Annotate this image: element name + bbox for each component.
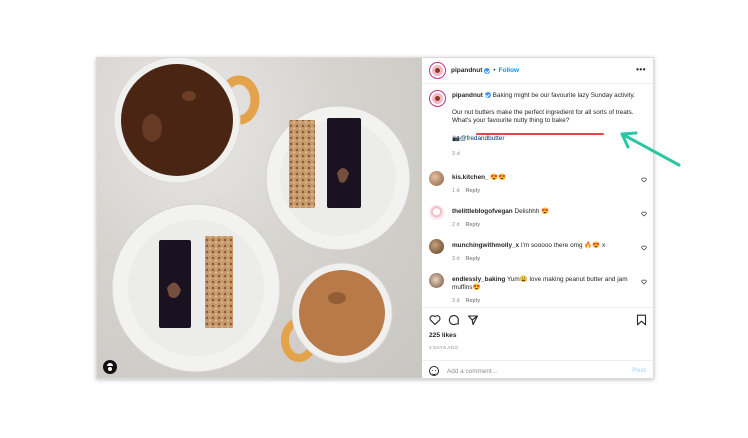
comment-time: 3 d (452, 298, 460, 304)
commenter-username[interactable]: thelittleblogofvegan (452, 208, 513, 215)
annotation-underline (476, 133, 604, 135)
share-send-icon[interactable] (467, 314, 479, 326)
reply-button[interactable]: Reply (466, 256, 481, 262)
comment-text: endlessly_baking Yum😩 love making peanut… (452, 276, 632, 292)
commenter-username[interactable]: munchingwithmolly_x (452, 242, 519, 249)
caption-avatar[interactable] (429, 90, 446, 107)
photo-illustration (111, 58, 411, 373)
comment-meta: 3 d Reply (452, 298, 486, 304)
verified-badge-icon (484, 67, 491, 74)
author-avatar[interactable] (429, 62, 446, 79)
annotation-arrow-icon (620, 131, 681, 167)
post-header: pipandnut • Follow ••• (422, 58, 653, 84)
commenter-avatar[interactable] (429, 239, 444, 254)
comment-time: 2 d (452, 222, 460, 228)
more-options-icon[interactable]: ••• (636, 65, 646, 74)
comment-body: 😍😍 (490, 174, 507, 181)
header-separator: • (493, 67, 496, 74)
comment-time: 1 d (452, 188, 460, 194)
caption-text-1: Baking might be our favourite lazy Sunda… (492, 92, 635, 99)
bar-nut-2-texture (205, 236, 233, 328)
commenter-avatar[interactable] (429, 205, 444, 220)
comment-text: munchingwithmolly_x I'm sooooo there omg… (452, 242, 632, 250)
plate-left-inner (128, 220, 264, 356)
commenter-username[interactable]: endlessly_baking (452, 276, 505, 283)
comments-feed[interactable]: pipandnut Baking might be our favourite … (422, 85, 653, 307)
coffee-foam (328, 292, 346, 304)
comment-bubble-icon[interactable] (448, 314, 460, 326)
comment-text: kis.kitchen_ 😍😍 (452, 174, 632, 182)
caption-line-1: pipandnut Baking might be our favourite … (452, 92, 648, 101)
comment-item: endlessly_baking Yum😩 love making peanut… (429, 273, 651, 304)
like-comment-heart-icon[interactable] (641, 279, 647, 285)
author-username[interactable]: pipandnut (451, 67, 482, 74)
likes-count[interactable]: 225 likes (429, 332, 457, 339)
commenter-avatar[interactable] (429, 171, 444, 186)
post-photo[interactable] (97, 58, 422, 378)
caption-verified-icon (484, 92, 491, 99)
like-comment-heart-icon[interactable] (641, 177, 647, 183)
mug-tea (121, 64, 233, 176)
tagged-users-icon[interactable] (103, 360, 117, 374)
comment-input[interactable] (447, 366, 617, 377)
comment-body: Delishhh 😍 (514, 208, 550, 215)
post-details-panel: pipandnut • Follow ••• pipandnut Baking … (422, 58, 653, 378)
comment-meta: 3 d Reply (452, 256, 486, 262)
post-comment-button[interactable]: Post (632, 367, 646, 374)
comment-composer: Post (422, 360, 653, 378)
tea-foam (142, 114, 162, 142)
reply-button[interactable]: Reply (466, 188, 481, 194)
comment-meta: 2 d Reply (452, 222, 486, 228)
tea-reflection (182, 91, 196, 101)
like-comment-heart-icon[interactable] (641, 245, 647, 251)
like-heart-icon[interactable] (429, 314, 441, 326)
instagram-post-card: pipandnut • Follow ••• pipandnut Baking … (96, 57, 654, 379)
emoji-icon[interactable] (429, 366, 439, 376)
caption-username[interactable]: pipandnut (452, 92, 483, 99)
post-actions: 225 likes 3 DAYS AGO Post (422, 307, 653, 378)
comment-time: 3 d (452, 256, 460, 262)
comment-item: munchingwithmolly_x I'm sooooo there omg… (429, 239, 651, 269)
comment-item: thelittleblogofvegan Delishhh 😍 2 d Reply (429, 205, 651, 235)
follow-button[interactable]: Follow (499, 67, 520, 74)
commenter-avatar[interactable] (429, 273, 444, 288)
comment-meta: 1 d Reply (452, 188, 486, 194)
like-comment-heart-icon[interactable] (641, 211, 647, 217)
mug-2-coffee (299, 270, 385, 356)
reply-button[interactable]: Reply (466, 222, 481, 228)
save-bookmark-icon[interactable] (636, 314, 647, 326)
post-timestamp: 3 DAYS AGO (429, 345, 459, 350)
comment-item: kis.kitchen_ 😍😍 1 d Reply (429, 171, 651, 201)
bar-nut-1-texture (289, 120, 315, 208)
action-icons-row (429, 314, 649, 326)
reply-button[interactable]: Reply (466, 298, 481, 304)
comment-text: thelittleblogofvegan Delishhh 😍 (452, 208, 632, 216)
commenter-username[interactable]: kis.kitchen_ (452, 174, 489, 181)
bar-choc-1 (327, 118, 361, 208)
comment-body: I'm sooooo there omg 🔥😍 x (520, 242, 606, 249)
